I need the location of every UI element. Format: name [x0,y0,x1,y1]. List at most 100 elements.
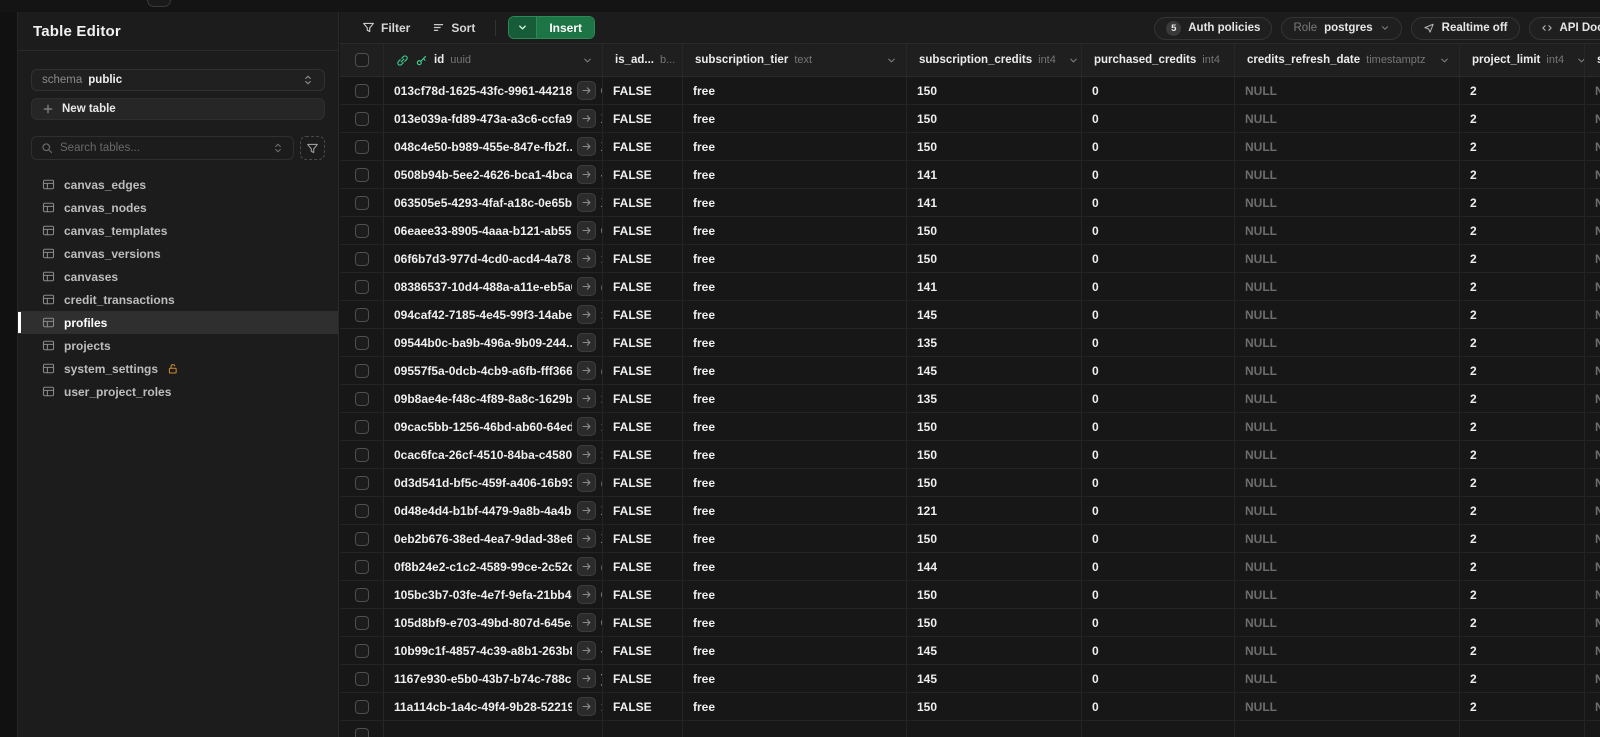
cell-subscription_tier[interactable]: free [683,497,907,524]
cell-purchased_credits[interactable]: 0 [1082,105,1235,132]
cell-is_admin[interactable]: FALSE [603,161,683,188]
cell-credits_refresh_date[interactable]: NULL [1235,665,1460,692]
row-checkbox[interactable] [354,475,369,490]
cell-credits_refresh_date[interactable]: NULL [1235,105,1460,132]
cell-credits_refresh_date[interactable]: NULL [1235,553,1460,580]
row-checkbox[interactable] [354,615,369,630]
insert-dropdown-chevron-icon[interactable] [509,17,538,38]
cell-subscription_credits[interactable]: 150 [907,245,1082,272]
cell-su[interactable]: NULL [1585,693,1600,720]
cell-id[interactable] [384,721,603,737]
row-checkbox[interactable] [354,587,369,602]
cell-is_admin[interactable]: FALSE [603,357,683,384]
cell-purchased_credits[interactable]: 0 [1082,161,1235,188]
expand-row-button[interactable] [577,445,596,464]
cell-id[interactable]: 09cac5bb-1256-46bd-ab60-64ed...1 [384,413,603,440]
cell-credits_refresh_date[interactable]: NULL [1235,693,1460,720]
expand-row-button[interactable] [577,529,596,548]
cell-project_limit[interactable]: 2 [1460,105,1585,132]
cell-su[interactable]: NULL [1585,161,1600,188]
cell-credits_refresh_date[interactable]: NULL [1235,637,1460,664]
new-table-button[interactable]: New table [31,98,325,120]
cell-purchased_credits[interactable]: 0 [1082,133,1235,160]
column-menu-chevron-icon[interactable] [1439,55,1450,66]
cell-subscription_credits[interactable]: 141 [907,161,1082,188]
cell-subscription_tier[interactable]: free [683,469,907,496]
cell-project_limit[interactable]: 2 [1460,217,1585,244]
cell-purchased_credits[interactable]: 0 [1082,413,1235,440]
cell-credits_refresh_date[interactable]: NULL [1235,497,1460,524]
cell-id[interactable]: 094caf42-7185-4e45-99f3-14abee...1 [384,301,603,328]
cell-credits_refresh_date[interactable]: NULL [1235,189,1460,216]
cell-is_admin[interactable]: FALSE [603,497,683,524]
cell-su[interactable]: NULL [1585,105,1600,132]
cell-su[interactable]: NULL [1585,189,1600,216]
cell-is_admin[interactable]: FALSE [603,581,683,608]
sidebar-filter-button[interactable] [300,136,325,160]
cell-project_limit[interactable]: 2 [1460,665,1585,692]
cell-subscription_credits[interactable] [907,721,1082,737]
cell-is_admin[interactable]: FALSE [603,693,683,720]
expand-row-button[interactable] [577,305,596,324]
sidebar-item-canvas_versions[interactable]: canvas_versions [18,242,338,265]
filter-button[interactable]: Filter [354,17,418,39]
cell-purchased_credits[interactable]: 0 [1082,357,1235,384]
cell-id[interactable]: 0d3d541d-bf5c-459f-a406-16b93...( [384,469,603,496]
cell-project_limit[interactable]: 2 [1460,189,1585,216]
cell-purchased_credits[interactable]: 0 [1082,245,1235,272]
cell-subscription_credits[interactable]: 141 [907,273,1082,300]
cell-id[interactable]: 06eaee33-8905-4aaa-b121-ab552...0 [384,217,603,244]
cell-credits_refresh_date[interactable]: NULL [1235,217,1460,244]
column-header-id[interactable]: id uuid [384,44,603,76]
cell-su[interactable]: NULL [1585,329,1600,356]
cell-subscription_tier[interactable]: free [683,217,907,244]
realtime-toggle-button[interactable]: Realtime off [1410,16,1520,40]
cell-purchased_credits[interactable]: 0 [1082,441,1235,468]
cell-id[interactable]: 09544b0c-ba9b-496a-9b09-244...! [384,329,603,356]
expand-row-button[interactable] [577,81,596,100]
cell-subscription_tier[interactable]: free [683,609,907,636]
row-checkbox[interactable] [354,139,369,154]
cell-is_admin[interactable]: FALSE [603,301,683,328]
expand-row-button[interactable] [577,389,596,408]
cell-subscription_tier[interactable]: free [683,133,907,160]
cell-purchased_credits[interactable]: 0 [1082,665,1235,692]
cell-is_admin[interactable]: FALSE [603,665,683,692]
cell-su[interactable]: NULL [1585,469,1600,496]
cell-purchased_credits[interactable]: 0 [1082,469,1235,496]
cell-subscription_credits[interactable]: 150 [907,133,1082,160]
sidebar-item-canvas_templates[interactable]: canvas_templates [18,219,338,242]
cell-subscription_tier[interactable]: free [683,357,907,384]
expand-row-button[interactable] [577,697,596,716]
column-header-is_admin[interactable]: is_ad... b... [603,44,683,76]
cell-project_limit[interactable]: 2 [1460,77,1585,104]
cell-id[interactable]: 063505e5-4293-4faf-a18c-0e65b...X [384,189,603,216]
cell-credits_refresh_date[interactable]: NULL [1235,245,1460,272]
cell-credits_refresh_date[interactable]: NULL [1235,77,1460,104]
cell-is_admin[interactable]: FALSE [603,189,683,216]
row-checkbox[interactable] [354,53,369,67]
cell-is_admin[interactable]: FALSE [603,245,683,272]
cell-is_admin[interactable]: FALSE [603,637,683,664]
cell-purchased_credits[interactable]: 0 [1082,189,1235,216]
cell-su[interactable]: NULL [1585,441,1600,468]
cell-id[interactable]: 10b99c1f-4857-4c39-a8b1-263b8...-C [384,637,603,664]
row-checkbox[interactable] [354,335,369,350]
cell-subscription_credits[interactable]: 150 [907,77,1082,104]
cell-purchased_credits[interactable]: 0 [1082,581,1235,608]
cell-subscription_credits[interactable]: 121 [907,497,1082,524]
cell-subscription_credits[interactable]: 150 [907,609,1082,636]
row-checkbox[interactable] [354,195,369,210]
cell-subscription_tier[interactable]: free [683,693,907,720]
cell-is_admin[interactable]: FALSE [603,273,683,300]
cell-subscription_tier[interactable]: free [683,385,907,412]
column-header-subscription_credits[interactable]: subscription_credits int4 [907,44,1082,76]
cell-purchased_credits[interactable]: 0 [1082,273,1235,300]
cell-id[interactable]: 013e039a-fd89-473a-a3c6-ccfa9...X [384,105,603,132]
cell-is_admin[interactable]: FALSE [603,385,683,412]
cell-subscription_tier[interactable]: free [683,77,907,104]
cell-su[interactable]: NULL [1585,385,1600,412]
cell-is_admin[interactable]: FALSE [603,329,683,356]
cell-subscription_tier[interactable]: free [683,161,907,188]
cell-project_limit[interactable]: 2 [1460,553,1585,580]
